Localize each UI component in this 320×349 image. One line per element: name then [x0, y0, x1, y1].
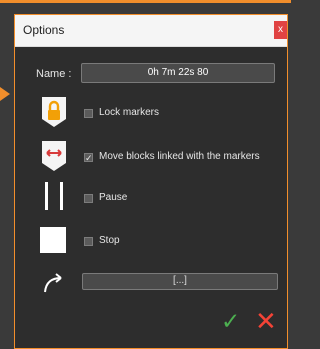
redirect-arrow-icon — [42, 270, 66, 300]
stop-label: Stop — [99, 235, 120, 246]
move-blocks-label: Move blocks linked with the markers — [99, 151, 260, 162]
pause-icon — [43, 181, 65, 216]
options-dialog: Options x Name : 0h 7m 22s 80 Lock marke… — [14, 14, 288, 349]
pause-label: Pause — [99, 192, 128, 203]
lock-markers-label: Lock markers — [99, 107, 160, 118]
stop-checkbox[interactable] — [84, 237, 93, 246]
background-top-accent-line — [0, 0, 291, 3]
name-label: Name : — [36, 68, 72, 80]
lock-icon — [40, 95, 68, 134]
action-target-field[interactable]: [...] — [82, 273, 278, 290]
lock-markers-checkbox[interactable] — [84, 109, 93, 118]
close-button[interactable]: x — [274, 21, 287, 39]
dialog-titlebar: Options x — [15, 15, 287, 47]
pause-checkbox[interactable] — [84, 194, 93, 203]
cancel-icon[interactable]: ✕ — [255, 308, 277, 334]
dialog-title: Options — [23, 23, 65, 37]
name-field[interactable]: 0h 7m 22s 80 — [81, 63, 275, 83]
link-arrows-icon — [40, 139, 68, 177]
ok-icon[interactable]: ✓ — [221, 310, 240, 333]
stop-icon — [40, 227, 66, 253]
move-blocks-checkbox[interactable]: ✓ — [84, 153, 93, 163]
left-pointer-arrow — [0, 87, 10, 101]
